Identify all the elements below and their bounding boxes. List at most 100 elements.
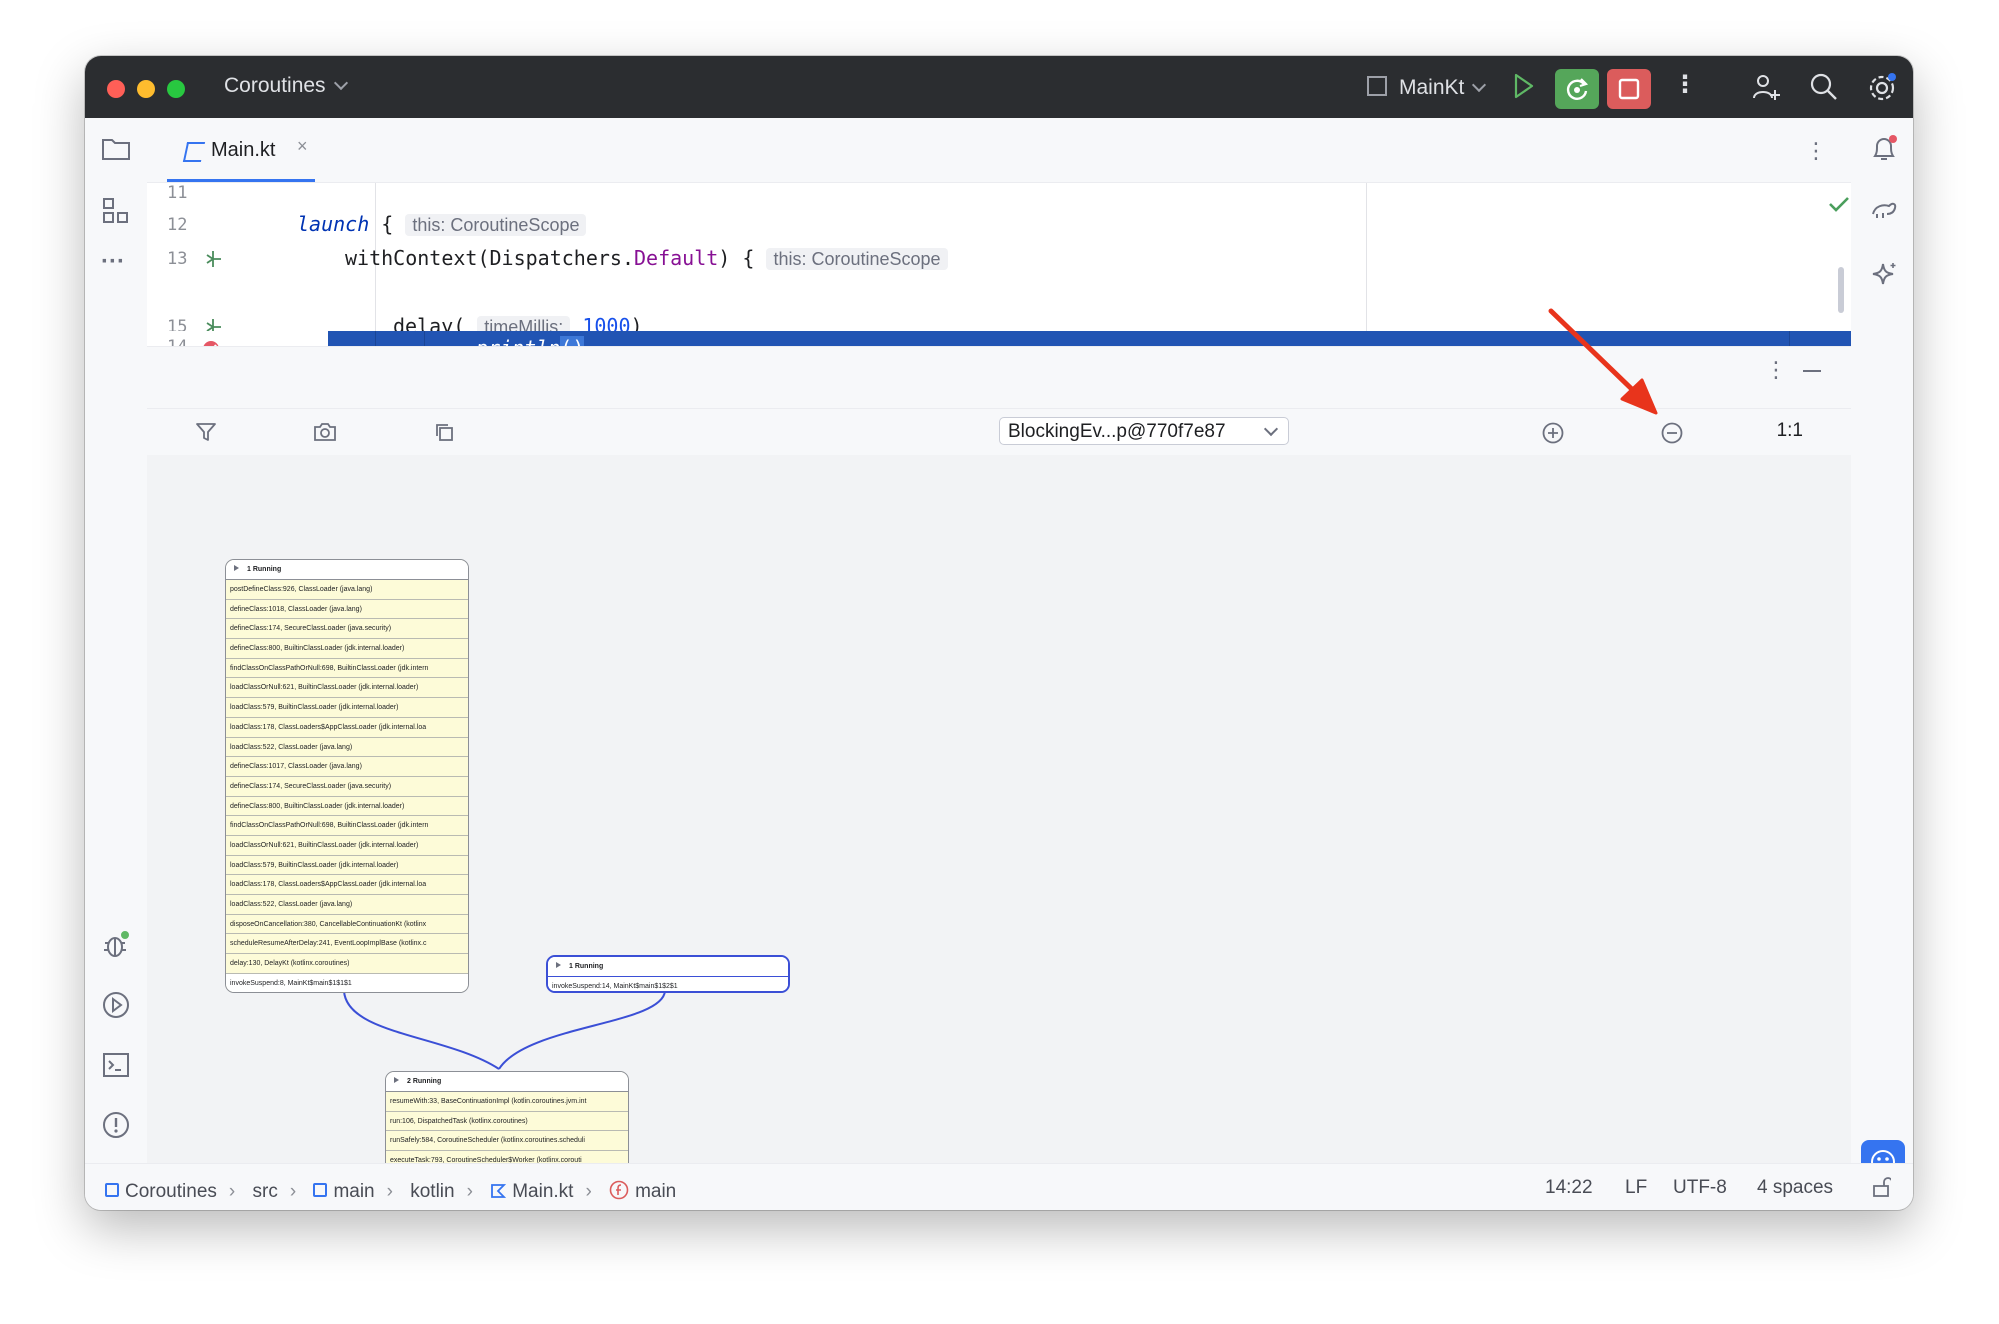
search-button[interactable] — [1809, 72, 1839, 107]
stack-frame[interactable]: loadClassOrNull:621, BuiltinClassLoader … — [226, 678, 468, 699]
minimize-panel-icon[interactable] — [1803, 370, 1821, 372]
node-header[interactable]: 2 Running — [386, 1072, 628, 1092]
debug-tool-button[interactable] — [101, 930, 131, 965]
indent-setting[interactable]: 4 spaces — [1757, 1177, 1833, 1199]
module-icon — [313, 1183, 328, 1197]
file-encoding[interactable]: UTF-8 — [1673, 1177, 1727, 1199]
stack-frame[interactable]: postDefineClass:926, ClassLoader (java.l… — [226, 580, 468, 600]
structure-tool-button[interactable] — [101, 196, 131, 231]
stack-frame[interactable]: findClassOnClassPathOrNull:698, BuiltinC… — [226, 816, 468, 836]
status-bar: Coroutines › src › main › kotlin › Main.kt › … — [85, 1163, 1913, 1210]
tab-label: Main.kt — [211, 139, 276, 161]
expand-triangle-icon — [394, 1077, 399, 1083]
no-problems-check-icon — [1829, 197, 1849, 212]
stack-frame[interactable]: loadClassOrNull:621, BuiltinClassLoader … — [226, 836, 468, 856]
gradle-icon — [1872, 202, 1897, 218]
stack-frame[interactable]: run:106, DispatchedTask (kotlinx.corouti… — [386, 1112, 628, 1132]
tab-main-kt[interactable]: Main.kt × — [167, 118, 315, 182]
editor-scrollbar[interactable] — [1838, 267, 1844, 313]
notifications-button[interactable] — [1869, 134, 1899, 169]
debug-rerun-button[interactable] — [1555, 69, 1599, 109]
coroutine-node-3[interactable]: 2 Running resumeWith:33, BaseContinuatio… — [385, 1071, 629, 1164]
stack-frame[interactable]: findClassOnClassPathOrNull:698, BuiltinC… — [226, 659, 468, 679]
problems-tool-button[interactable] — [101, 1110, 131, 1145]
zoom-window-button[interactable] — [167, 80, 185, 98]
stack-frame[interactable]: invokeSuspend:14, MainKt$main$1$2$1 — [548, 977, 788, 991]
more-actions-icon[interactable]: ⋮ — [1673, 70, 1697, 99]
stack-frame[interactable]: defineClass:800, BuiltinClassLoader (jdk… — [226, 797, 468, 817]
editor-tab-bar: Main.kt × ⋮ — [147, 118, 1851, 183]
project-selector[interactable]: Coroutines — [224, 74, 348, 98]
stop-button[interactable] — [1607, 69, 1651, 109]
settings-button[interactable] — [1867, 72, 1897, 107]
node-header[interactable]: 1 Running — [548, 957, 788, 977]
stack-frame[interactable]: resumeWith:33, BaseContinuationImpl (kot… — [386, 1092, 628, 1112]
bug-icon — [104, 931, 129, 957]
services-icon — [103, 992, 129, 1018]
filter-icon[interactable] — [195, 421, 217, 443]
breadcrumb-item[interactable]: Main.kt — [490, 1181, 573, 1202]
suspend-call-icon — [206, 251, 221, 267]
node-header[interactable]: 1 Running — [226, 560, 468, 580]
play-icon — [1514, 73, 1534, 99]
zoom-out-icon[interactable] — [1660, 421, 1684, 445]
camera-icon[interactable] — [313, 421, 337, 443]
stack-frame[interactable]: loadClass:178, ClassLoaders$AppClassLoad… — [226, 718, 468, 738]
project-tool-button[interactable] — [101, 136, 131, 167]
stack-frame[interactable]: delay:130, DelayKt (kotlinx.coroutines) — [226, 954, 468, 974]
tab-options-icon[interactable]: ⋮ — [1805, 138, 1827, 164]
code-line-13: withContext(Dispatchers.Default) { this:… — [345, 246, 948, 270]
code-text: ) { — [718, 246, 767, 270]
close-window-button[interactable] — [107, 80, 125, 98]
ai-assistant-button[interactable] — [1869, 260, 1899, 295]
code-editor[interactable]: 11 12 launch { this: CoroutineScope 13 w… — [147, 183, 1851, 346]
breadcrumb-item[interactable]: kotlin — [410, 1181, 454, 1202]
stack-frame[interactable]: loadClass:579, BuiltinClassLoader (jdk.i… — [226, 698, 468, 718]
stack-frame[interactable]: defineClass:800, BuiltinClassLoader (jdk… — [226, 639, 468, 659]
coroutine-node-1[interactable]: 1 Running postDefineClass:926, ClassLoad… — [225, 559, 469, 993]
breadcrumb-item[interactable]: src — [253, 1181, 278, 1202]
stop-icon — [1618, 78, 1640, 100]
gradle-tool-button[interactable] — [1869, 194, 1899, 229]
breadcrumb-item[interactable]: main — [313, 1181, 375, 1202]
services-tool-button[interactable] — [101, 990, 131, 1025]
stack-frame[interactable]: defineClass:1018, ClassLoader (java.lang… — [226, 600, 468, 620]
stack-frame[interactable]: loadClass:579, BuiltinClassLoader (jdk.i… — [226, 856, 468, 876]
breadcrumb-item[interactable]: Coroutines — [105, 1181, 217, 1202]
folder-icon — [102, 139, 130, 160]
stack-frame[interactable]: defineClass:1017, ClassLoader (java.lang… — [226, 757, 468, 777]
breadcrumb-item[interactable]: main — [609, 1180, 676, 1202]
stack-frame[interactable]: loadClass:522, ClassLoader (java.lang) — [226, 895, 468, 915]
unlock-icon[interactable] — [1871, 1176, 1891, 1198]
stack-frame[interactable]: invokeSuspend:8, MainKt$main$1$1$1 — [226, 973, 468, 992]
thread-selector-dropdown[interactable]: BlockingEv...p@770f7e87 — [999, 417, 1289, 445]
code-with-me-button[interactable] — [1751, 72, 1781, 107]
coroutines-graph-toolbar: BlockingEv...p@770f7e87 1:1 — [147, 408, 1851, 456]
actual-size-button[interactable]: 1:1 — [1777, 420, 1803, 442]
stack-frame[interactable]: runSafely:584, CoroutineScheduler (kotli… — [386, 1131, 628, 1152]
stack-frame[interactable]: disposeOnCancellation:380, CancellableCo… — [226, 915, 468, 935]
stack-frame[interactable]: loadClass:522, ClassLoader (java.lang) — [226, 738, 468, 758]
run-configuration-selector[interactable]: MainKt — [1367, 74, 1487, 100]
zoom-in-icon[interactable] — [1541, 421, 1565, 445]
stack-frame[interactable]: scheduleResumeAfterDelay:241, EventLoopI… — [226, 934, 468, 955]
panel-options-icon[interactable]: ⋮ — [1765, 357, 1787, 383]
coroutine-node-2[interactable]: 1 Running invokeSuspend:14, MainKt$main$… — [546, 955, 790, 993]
close-tab-icon[interactable]: × — [297, 136, 308, 157]
run-button[interactable] — [1512, 72, 1536, 105]
caret-position[interactable]: 14:22 — [1545, 1177, 1593, 1199]
coroutines-graph-canvas[interactable]: 1 Running postDefineClass:926, ClassLoad… — [147, 455, 1851, 1164]
stack-frame[interactable]: defineClass:174, SecureClassLoader (java… — [226, 777, 468, 797]
line-separator[interactable]: LF — [1625, 1177, 1647, 1199]
code-text: withContext(Dispatchers. — [345, 246, 634, 270]
search-icon — [1810, 73, 1837, 100]
more-tools-icon[interactable]: ··· — [101, 248, 125, 276]
terminal-tool-button[interactable] — [101, 1050, 131, 1085]
module-icon — [105, 1183, 119, 1197]
stack-frame[interactable]: defineClass:174, SecureClassLoader (java… — [226, 619, 468, 640]
stack-frame[interactable]: loadClass:178, ClassLoaders$AppClassLoad… — [226, 875, 468, 895]
bell-icon — [1873, 135, 1897, 160]
minimize-window-button[interactable] — [137, 80, 155, 98]
ide-window: Coroutines MainKt ⋮ ··· Main.kt × ⋮ 11 1… — [85, 56, 1913, 1210]
copy-icon[interactable] — [433, 421, 455, 443]
